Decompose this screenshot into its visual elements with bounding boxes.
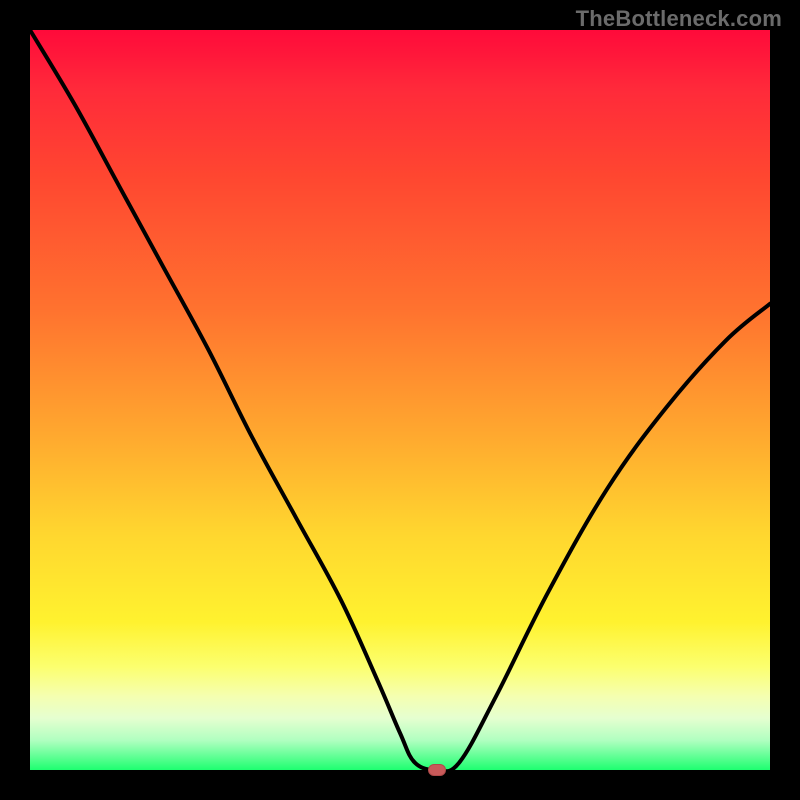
optimal-point-marker xyxy=(428,764,446,776)
bottleneck-curve xyxy=(30,30,770,770)
chart-container: TheBottleneck.com xyxy=(0,0,800,800)
watermark-text: TheBottleneck.com xyxy=(576,6,782,32)
plot-area xyxy=(30,30,770,770)
